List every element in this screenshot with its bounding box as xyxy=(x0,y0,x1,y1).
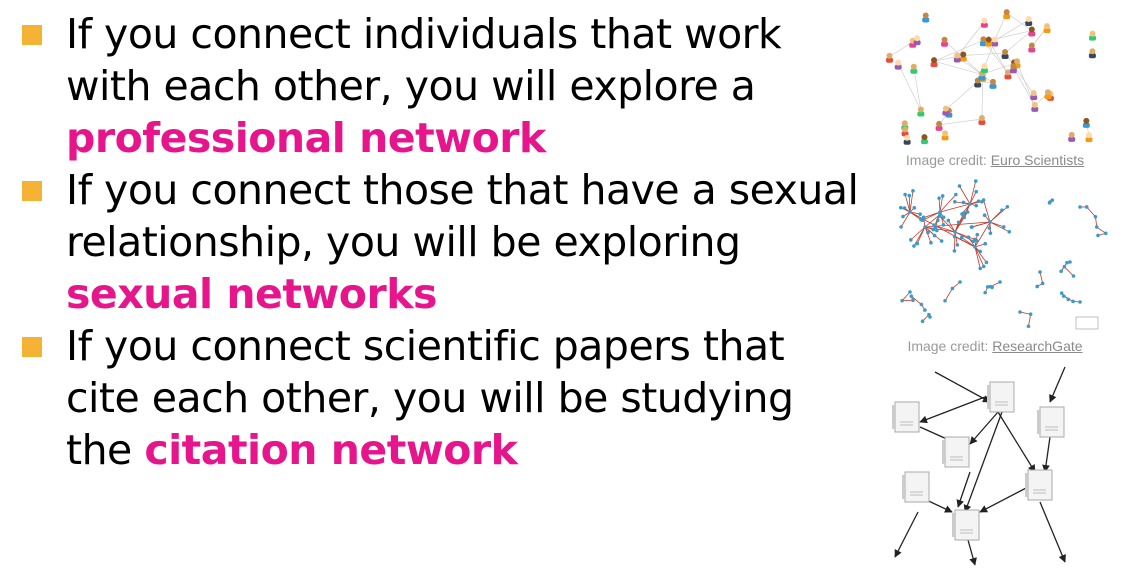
highlight-term: sexual networks xyxy=(66,270,437,318)
bullet-marker-icon xyxy=(22,181,42,201)
highlight-term: citation network xyxy=(144,426,518,474)
image-credit-caption: Image credit: ResearchGate xyxy=(907,338,1083,354)
image-credit-link[interactable]: ResearchGate xyxy=(992,338,1082,354)
image-credit-link[interactable]: Euro Scientists xyxy=(991,152,1084,168)
image-credit-caption: Image credit: Euro Scientists xyxy=(905,152,1085,168)
bullet-item-citation: If you connect scientific papers that ci… xyxy=(20,320,865,476)
bullet-item-professional: If you connect individuals that work wit… xyxy=(20,8,865,164)
bullet-list: If you connect individuals that work wit… xyxy=(20,8,865,476)
highlight-term: professional network xyxy=(66,114,546,162)
bullet-item-sexual: If you connect those that have a sexual … xyxy=(20,164,865,320)
bullet-marker-icon xyxy=(22,337,42,357)
bullet-text: If you connect those that have a sexual … xyxy=(66,166,859,266)
citation-network-diagram-image xyxy=(880,362,1110,570)
bullet-text: If you connect individuals that work wit… xyxy=(66,10,782,110)
bullet-marker-icon xyxy=(22,25,42,45)
social-network-people-image xyxy=(880,2,1110,148)
citation-diagram-svg xyxy=(891,366,1066,566)
sexual-network-graph-image xyxy=(880,172,1110,332)
